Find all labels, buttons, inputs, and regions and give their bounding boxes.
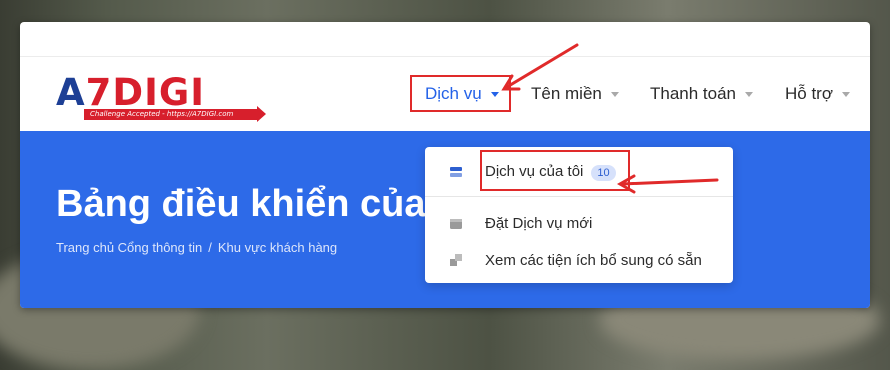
annotation-arrow-left — [616, 174, 719, 194]
annotation-arrow-down — [501, 43, 579, 91]
annotation-arrows — [501, 43, 719, 194]
